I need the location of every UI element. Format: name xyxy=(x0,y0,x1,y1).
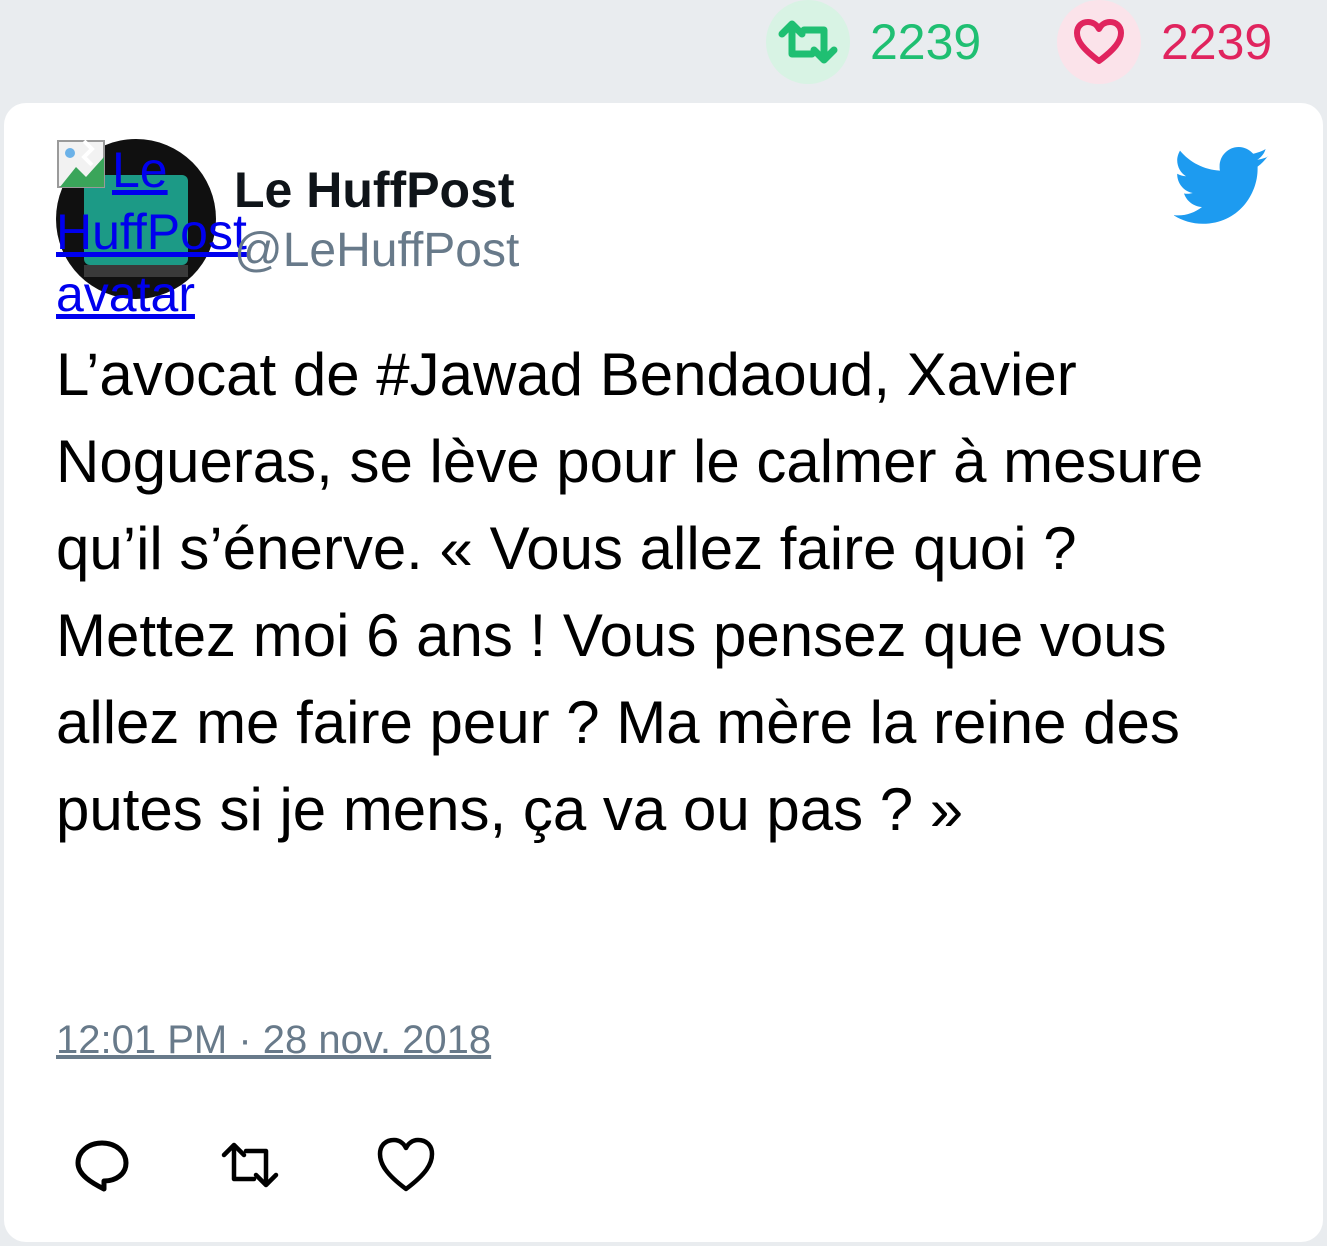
retweet-icon[interactable] xyxy=(766,0,850,84)
tweet-actions xyxy=(4,1133,1323,1203)
tweet-timestamp[interactable]: 12:01 PM · 28 nov. 2018 xyxy=(56,1020,491,1060)
author-name[interactable]: Le HuffPost xyxy=(234,165,515,215)
like-stat[interactable]: 2239 xyxy=(1057,0,1272,84)
like-action-icon[interactable] xyxy=(374,1133,438,1197)
author-handle[interactable]: @LeHuffPost xyxy=(234,227,519,275)
tweet-card: Le HuffPost avatar Le HuffPost @LeHuffPo… xyxy=(4,103,1323,1242)
retweet-stat[interactable]: 2239 xyxy=(766,0,981,84)
like-count: 2239 xyxy=(1161,14,1273,70)
heart-icon[interactable] xyxy=(1057,0,1141,84)
retweet-count: 2239 xyxy=(870,14,982,70)
reply-icon[interactable] xyxy=(70,1133,134,1197)
twitter-bird-icon[interactable] xyxy=(1174,147,1270,227)
engagement-stats: 2239 2239 xyxy=(0,0,1327,90)
retweet-action-icon[interactable] xyxy=(218,1133,282,1197)
tweet-text: L’avocat de #Jawad Bendaoud, Xavier Nogu… xyxy=(56,341,1204,843)
